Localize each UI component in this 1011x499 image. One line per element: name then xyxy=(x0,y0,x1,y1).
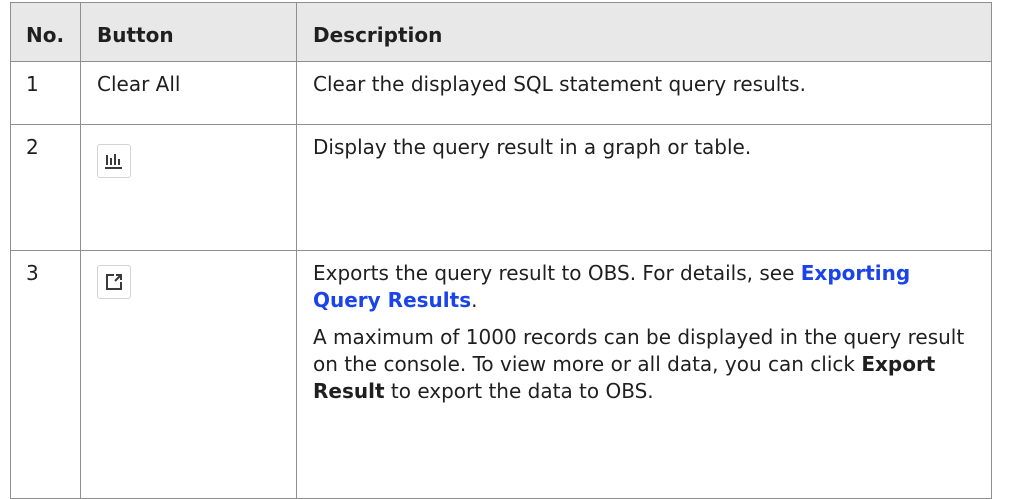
row-number: 1 xyxy=(10,61,81,125)
table-row: 1 Clear All Clear the displayed SQL stat… xyxy=(10,61,992,125)
description-paragraph: A maximum of 1000 records can be display… xyxy=(313,324,975,405)
header-no: No. xyxy=(10,2,81,62)
header-description: Description xyxy=(296,2,992,62)
button-name: Clear All xyxy=(80,61,297,125)
row-number: 2 xyxy=(10,123,81,252)
description-text: Exports the query result to OBS. For det… xyxy=(313,261,801,286)
bar-chart-icon xyxy=(105,153,122,169)
table-header-row: No. Button Description xyxy=(10,2,992,62)
bar-chart-button xyxy=(97,143,131,178)
description-period: . xyxy=(471,288,478,313)
header-button: Button xyxy=(80,2,297,62)
button-cell xyxy=(80,123,297,252)
export-icon xyxy=(106,274,122,291)
row-description: Clear the displayed SQL statement query … xyxy=(296,61,992,125)
table-row: 2 Display the query result in a graph or… xyxy=(10,123,992,252)
export-button xyxy=(97,265,131,300)
description-paragraph: Exports the query result to OBS. For det… xyxy=(313,260,975,314)
description-text: to export the data to OBS. xyxy=(384,379,654,404)
row-description: Exports the query result to OBS. For det… xyxy=(296,250,992,499)
row-number: 3 xyxy=(10,250,81,499)
button-description-table: No. Button Description 1 Clear All Clear… xyxy=(10,2,992,499)
button-cell xyxy=(80,250,297,499)
table-row: 3 Exports the query result to OBS. For d… xyxy=(10,250,992,499)
row-description: Display the query result in a graph or t… xyxy=(296,123,992,252)
